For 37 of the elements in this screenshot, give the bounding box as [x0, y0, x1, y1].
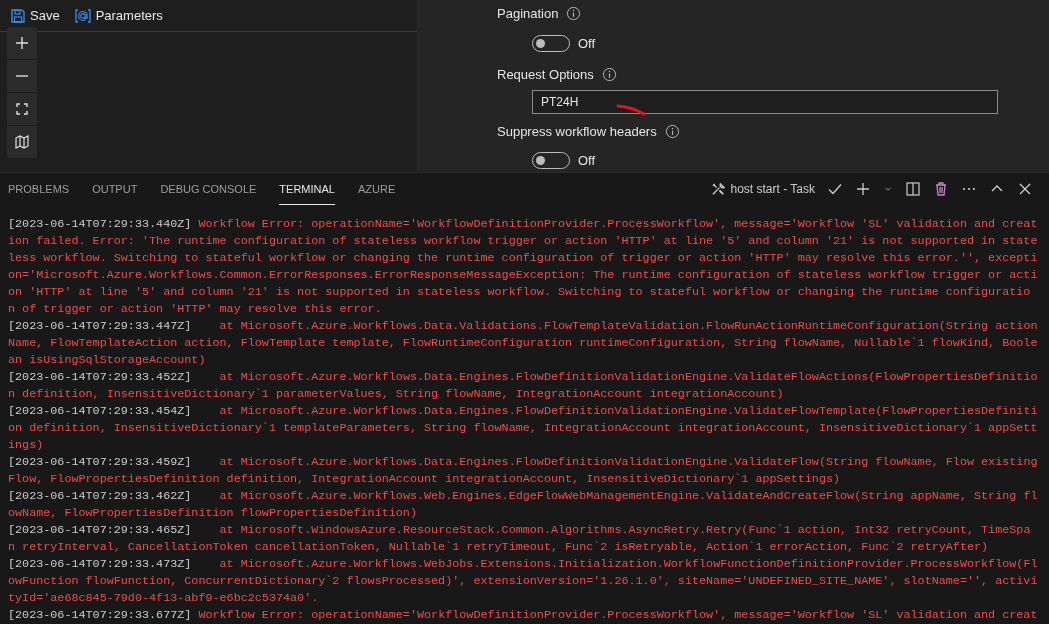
split-icon[interactable] — [905, 181, 921, 197]
toggle-state-text: Off — [578, 35, 596, 51]
check-icon[interactable] — [827, 181, 843, 197]
log-entry: [2023-06-14T07:29:33.473Z] at Microsoft.Azure.Workflows.WebJobs.Extensions.Initialization.WorkflowFunctionDefinitionProvider.ProcessWorkflow(FlowFunction flowFunction, ConcurrentDictionary`2 flowsProcessed)', extensionVersion='1.26.1.0', siteName='UNDEFINED_SITE_NAME', slotName='', activityId='ae68c845-79d0-4f13-abf9-e6bc2c5374a0'. — [8, 556, 1039, 607]
save-button[interactable]: Save — [10, 7, 60, 24]
info-icon[interactable] — [566, 5, 582, 21]
panel-tab[interactable]: AZURE — [357, 173, 396, 205]
setting-label: Suppress workflow headers — [497, 123, 657, 139]
parameters-button[interactable]: Parameters — [73, 7, 163, 24]
setting-label: Pagination — [497, 5, 559, 21]
tools-icon — [710, 181, 726, 197]
log-entry: [2023-06-14T07:29:33.459Z] at Microsoft.Azure.Workflows.Data.Engines.FlowDefinitionValidationEngine.ValidateFlow(String flowName, Flow existingFlow, FlowPropertiesDefinition definition, IntegrationAccount integrationAccount, InsensitiveDictionary`1 appSettings) — [8, 454, 1039, 488]
setting-label: Request Options — [497, 66, 594, 82]
task-selector[interactable]: host start - Task — [710, 181, 815, 197]
parameters-icon — [73, 7, 92, 24]
fit-view-icon[interactable] — [14, 101, 30, 117]
map-icon[interactable] — [14, 134, 30, 150]
panel-tab[interactable]: OUTPUT — [92, 173, 138, 205]
save-icon — [10, 7, 26, 24]
log-entry: [2023-06-14T07:29:33.440Z] Workflow Error: operationName='WorkflowDefinitionProvider.ProcessWorkflow', message='Workflow 'SL' validation and creation failed. Error: 'The runtime configuration of stateless workflow trigger or action 'HTTP' at line '5' and column '21' is not supported in stateless workflow. Switching to stateful workflow or changing the runtime configuration of trigger or action 'HTTP' may resolve this error.'', exception='Microsoft.Azure.Workflows.Common.ErrorResponses.ErrorResponseMessageException: The runtime configuration of stateless workflow trigger or action 'HTTP' at line '5' and column '21' is not supported in stateless workflow. Switching to stateful workflow or changing the runtime configuration of trigger or action 'HTTP' may resolve this error. — [8, 216, 1039, 318]
panel-tab[interactable]: DEBUG CONSOLE — [160, 173, 257, 205]
toggle-state-text: Off — [578, 152, 596, 168]
trash-icon[interactable] — [933, 181, 949, 197]
add-icon[interactable] — [855, 181, 871, 197]
log-entry: [2023-06-14T07:29:33.465Z] at Microsoft.WindowsAzure.ResourceStack.Common.Algorithms.AsyncRetry.Retry(Func`1 action, Int32 retryCount, TimeSpan retryInterval, CancellationToken cancellationToken, Nullable`1 retryTimeout, Func`2 isRetryable, Action`1 errorAction, Func`2 retryAfter) — [8, 522, 1032, 556]
panel-tab[interactable]: PROBLEMS — [8, 173, 70, 205]
input-field[interactable]: PT24H — [532, 90, 998, 114]
annotation-stroke — [616, 104, 646, 116]
log-entry: [2023-06-14T07:29:33.447Z] at Microsoft.Azure.Workflows.Data.Validations.FlowTemplateValidation.FlowRunActionRuntimeConfiguration(String actionName, FlowTemplateAction action, FlowTemplate template, FlowRuntimeConfiguration runtimeConfiguration, String flowName, Nullable`1 flowKind, Boolean isUsingSqlStorageAccount) — [8, 318, 1039, 369]
log-entry: [2023-06-14T07:29:33.462Z] at Microsoft.Azure.Workflows.Web.Engines.EdgeFlowWebManagementEngine.ValidateAndCreateFlow(String appName, String flowName, FlowPropertiesDefinition flowPropertiesDefinition) — [8, 488, 1039, 522]
info-icon[interactable] — [601, 66, 617, 82]
close-icon[interactable] — [1017, 181, 1033, 197]
zoom-in-icon[interactable] — [14, 35, 30, 51]
log-entry: [2023-06-14T07:29:33.454Z] at Microsoft.Azure.Workflows.Data.Engines.FlowDefinitionValidationEngine.ValidateFlowTemplate(FlowPropertiesDefinition definition, InsensitiveDictionary`1 templateParameters, String flowName, IntegrationAccount integrationAccount, InsensitiveDictionary`1 appSettings) — [8, 403, 1039, 454]
info-icon[interactable] — [664, 123, 680, 139]
log-entry: [2023-06-14T07:29:33.677Z] Workflow Error: operationName='WorkflowDefinitionProvider.ProcessWorkflow', message='Workflow 'SL' validation and creat — [8, 607, 1039, 624]
log-entry: [2023-06-14T07:29:33.452Z] at Microsoft.Azure.Workflows.Data.Engines.FlowDefinitionValidationEngine.ValidateFlowActions(FlowPropertiesDefinition definition, InsensitiveDictionary`1 parameterValues, String flowName, IntegrationAccount integrationAccount) — [8, 369, 1039, 403]
